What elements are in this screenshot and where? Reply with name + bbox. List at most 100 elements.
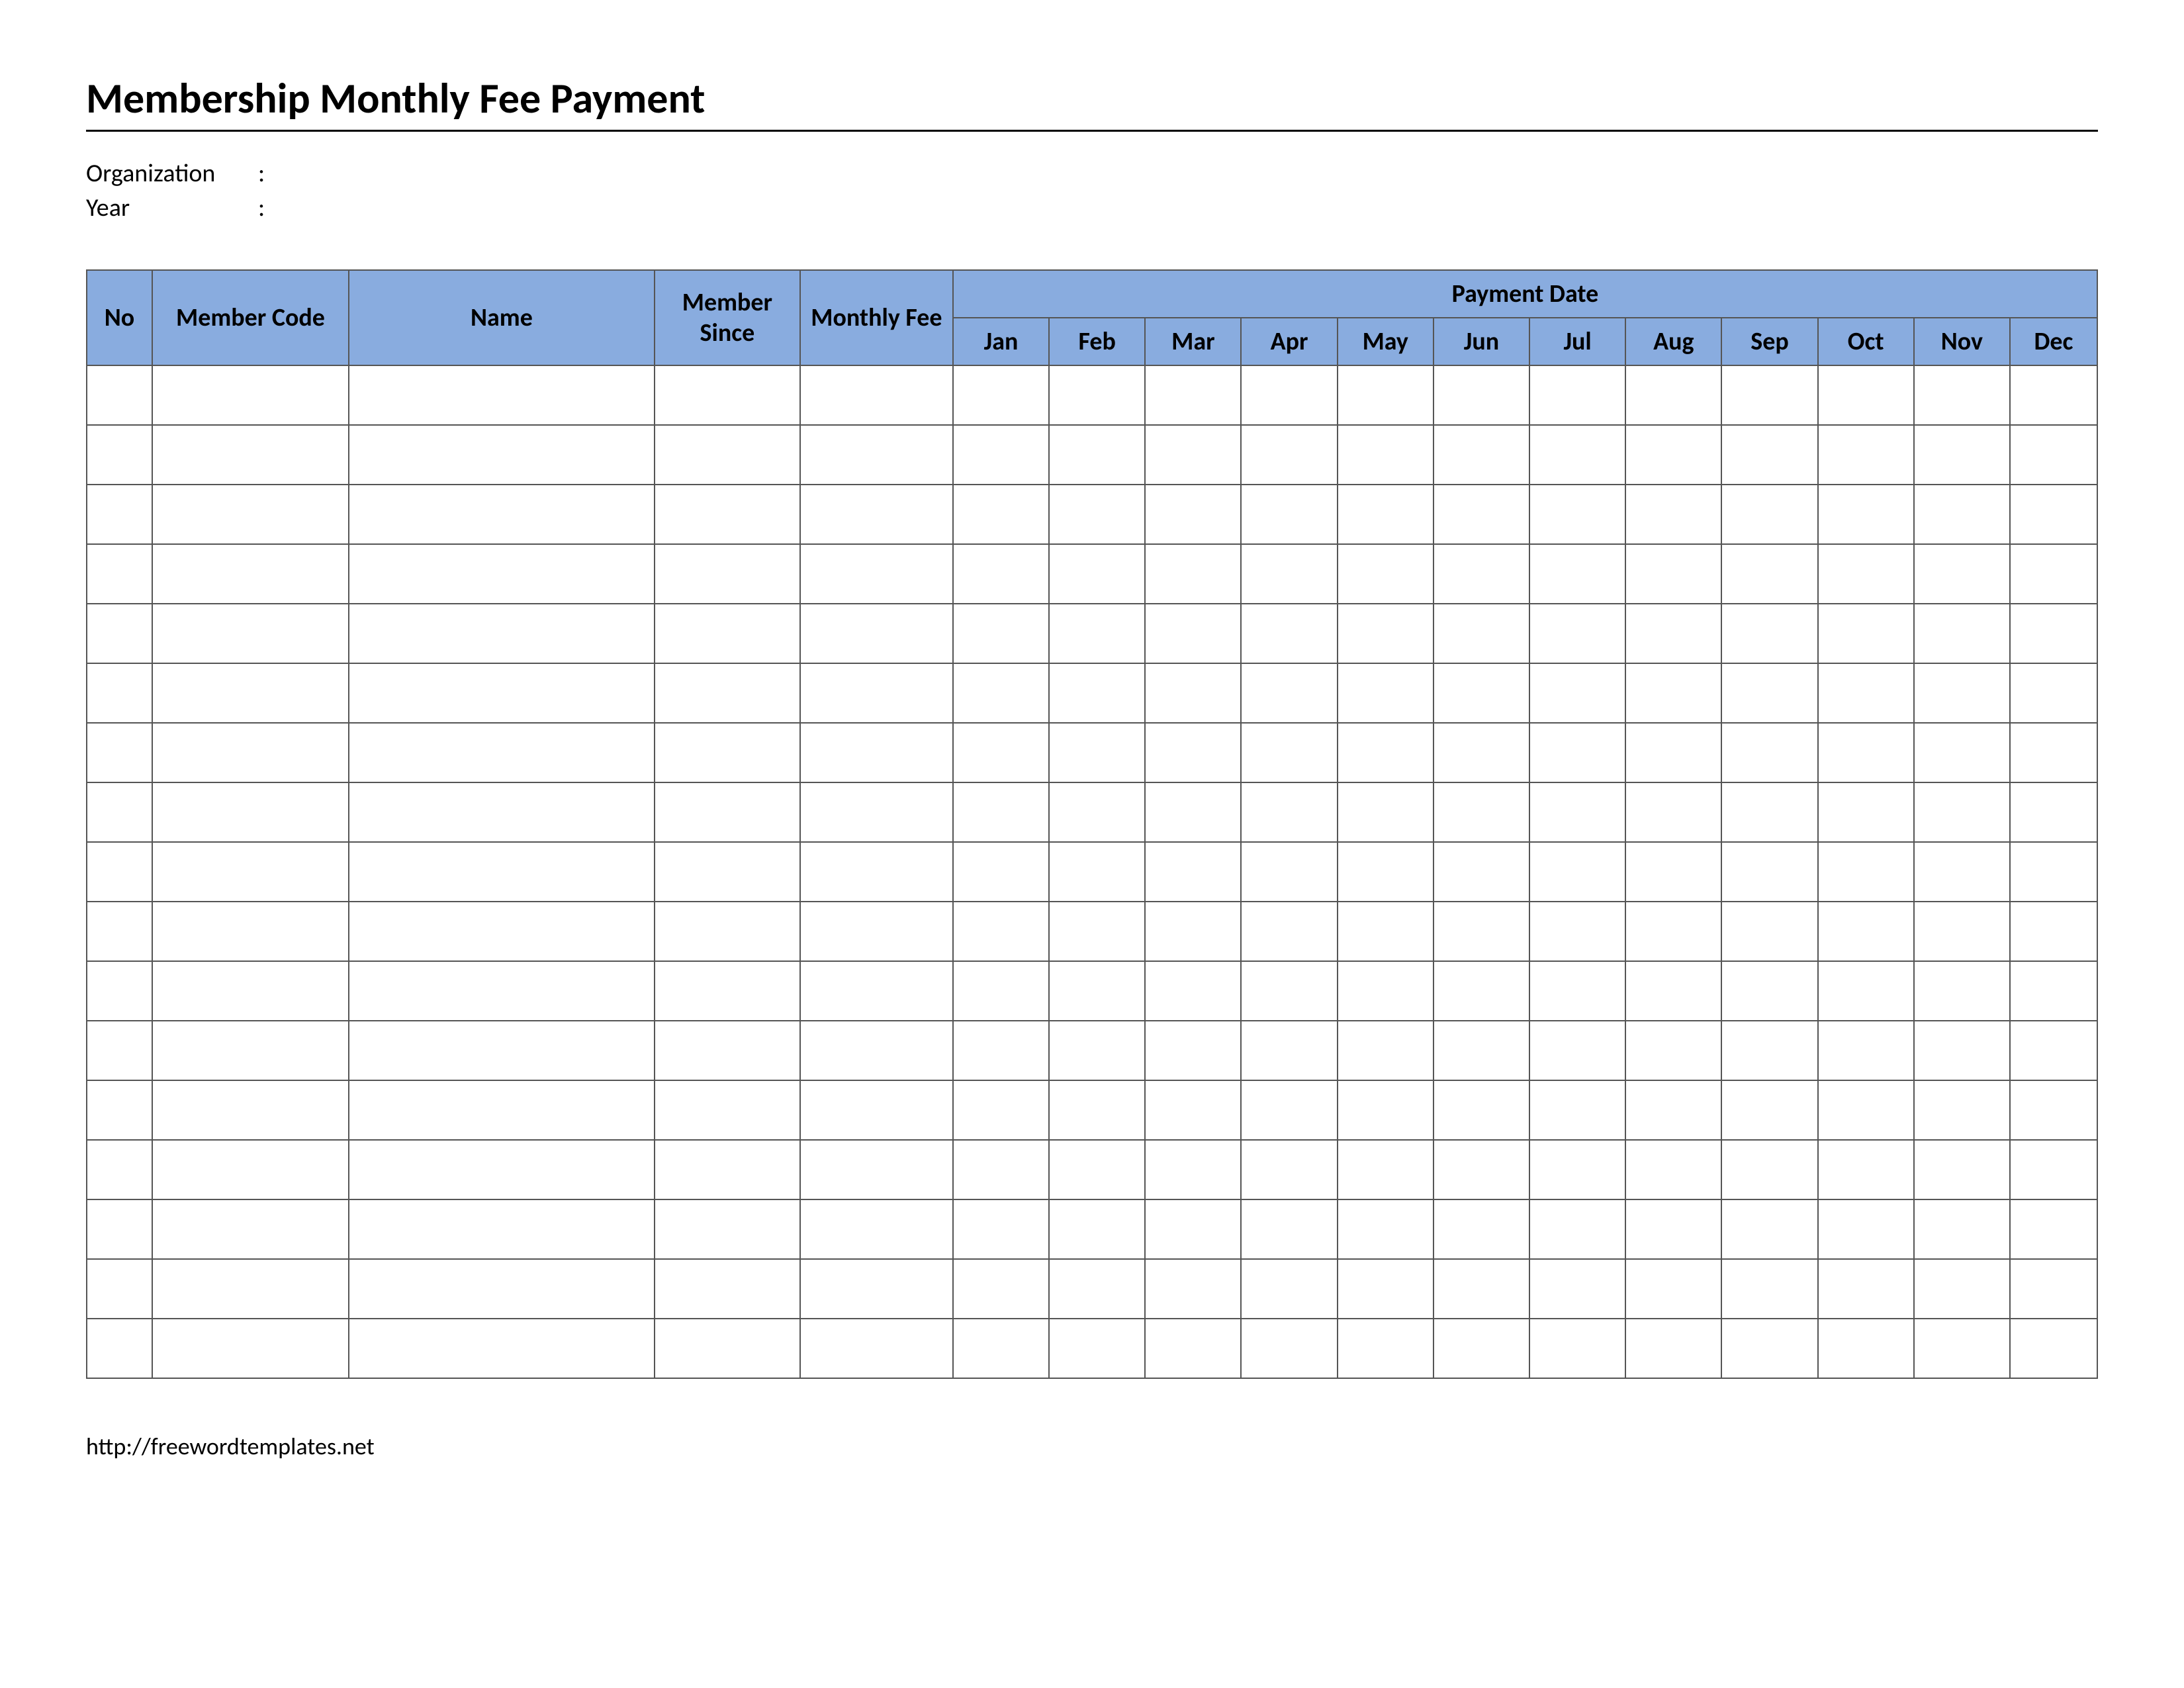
header-month-sep: Sep <box>1721 318 1817 365</box>
footer-url: http://freewordtemplates.net <box>86 1432 2098 1461</box>
table-cell <box>349 1021 655 1080</box>
table-cell <box>87 902 152 961</box>
table-cell <box>349 663 655 723</box>
meta-organization-label: Organization <box>86 158 258 189</box>
table-cell <box>655 961 800 1021</box>
table-cell <box>1818 604 1914 663</box>
table-cell <box>953 485 1049 544</box>
table-cell <box>1625 782 1721 842</box>
table-cell <box>87 782 152 842</box>
header-month-apr: Apr <box>1241 318 1337 365</box>
table-cell <box>1625 842 1721 902</box>
table-cell <box>1818 1021 1914 1080</box>
table-cell <box>2010 1021 2097 1080</box>
table-cell <box>1241 1319 1337 1378</box>
table-cell <box>349 902 655 961</box>
table-cell <box>1145 1021 1241 1080</box>
table-cell <box>87 1021 152 1080</box>
table-cell <box>1529 663 1625 723</box>
table-cell <box>1818 365 1914 425</box>
header-month-dec: Dec <box>2010 318 2097 365</box>
table-cell <box>1818 1319 1914 1378</box>
table-cell <box>2010 485 2097 544</box>
header-month-jul: Jul <box>1529 318 1625 365</box>
table-cell <box>953 842 1049 902</box>
table-cell <box>2010 604 2097 663</box>
table-cell <box>1338 1021 1433 1080</box>
meta-colon: : <box>258 193 271 223</box>
table-cell <box>1529 1080 1625 1140</box>
table-cell <box>349 782 655 842</box>
table-cell <box>2010 1259 2097 1319</box>
table-cell <box>2010 902 2097 961</box>
header-member-since: Member Since <box>655 270 800 365</box>
table-cell <box>655 604 800 663</box>
table-cell <box>1721 663 1817 723</box>
table-cell <box>1049 902 1145 961</box>
table-cell <box>1433 1319 1529 1378</box>
meta-year-label: Year <box>86 193 258 223</box>
table-cell <box>87 1259 152 1319</box>
table-cell <box>1914 1140 2010 1199</box>
table-cell <box>1241 902 1337 961</box>
table-cell <box>152 902 349 961</box>
table-cell <box>800 1259 953 1319</box>
table-row <box>87 1140 2097 1199</box>
table-cell <box>1818 1199 1914 1259</box>
table-cell <box>1145 544 1241 604</box>
table-cell <box>800 663 953 723</box>
table-cell <box>1049 1319 1145 1378</box>
table-cell <box>1914 961 2010 1021</box>
table-cell <box>655 1319 800 1378</box>
table-cell <box>1049 1080 1145 1140</box>
table-body <box>87 365 2097 1378</box>
table-cell <box>1145 842 1241 902</box>
table-cell <box>800 1319 953 1378</box>
table-cell <box>2010 842 2097 902</box>
table-cell <box>1145 485 1241 544</box>
table-cell <box>1914 1259 2010 1319</box>
table-cell <box>87 1080 152 1140</box>
table-cell <box>1433 1021 1529 1080</box>
table-row <box>87 485 2097 544</box>
table-cell <box>800 723 953 782</box>
table-cell <box>1241 782 1337 842</box>
table-cell <box>1145 723 1241 782</box>
table-row <box>87 1080 2097 1140</box>
table-cell <box>87 1140 152 1199</box>
table-cell <box>655 1080 800 1140</box>
table-cell <box>1145 1199 1241 1259</box>
table-cell <box>2010 365 2097 425</box>
table-cell <box>87 842 152 902</box>
table-cell <box>953 961 1049 1021</box>
table-cell <box>655 365 800 425</box>
table-cell <box>1241 544 1337 604</box>
table-cell <box>349 1259 655 1319</box>
table-cell <box>800 842 953 902</box>
table-cell <box>349 604 655 663</box>
table-cell <box>87 425 152 485</box>
table-cell <box>1049 1199 1145 1259</box>
header-no: No <box>87 270 152 365</box>
table-cell <box>1338 365 1433 425</box>
table-cell <box>1338 425 1433 485</box>
table-cell <box>1914 1199 2010 1259</box>
table-cell <box>1625 723 1721 782</box>
header-month-jan: Jan <box>953 318 1049 365</box>
table-cell <box>1145 1140 1241 1199</box>
table-cell <box>349 544 655 604</box>
table-cell <box>1529 1319 1625 1378</box>
table-cell <box>953 663 1049 723</box>
header-month-aug: Aug <box>1625 318 1721 365</box>
table-cell <box>1721 961 1817 1021</box>
table-cell <box>1818 1080 1914 1140</box>
table-cell <box>87 723 152 782</box>
table-cell <box>1433 1199 1529 1259</box>
table-cell <box>655 663 800 723</box>
table-cell <box>2010 425 2097 485</box>
table-cell <box>1049 842 1145 902</box>
table-cell <box>349 365 655 425</box>
table-cell <box>1338 663 1433 723</box>
table-cell <box>1625 902 1721 961</box>
table-cell <box>349 1199 655 1259</box>
